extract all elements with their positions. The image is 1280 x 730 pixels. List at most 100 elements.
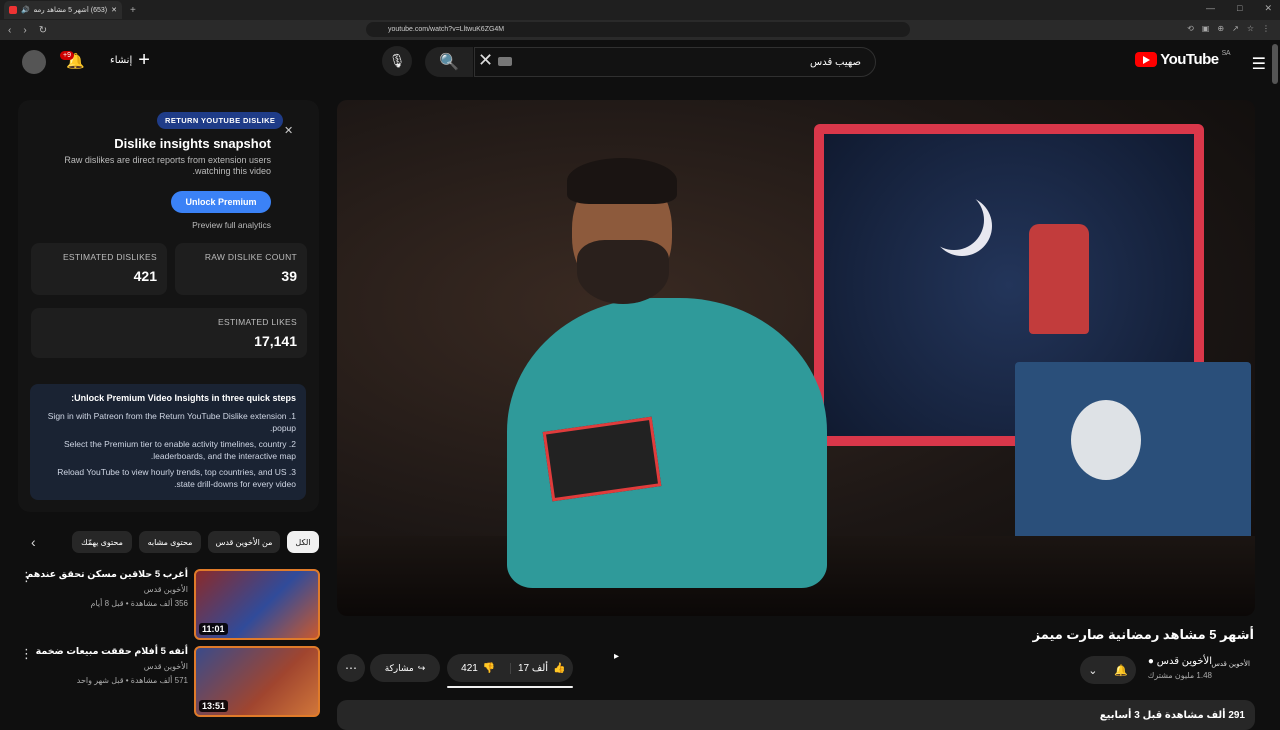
question-mark-icon — [1071, 400, 1141, 480]
raw-dislike-value: 39 — [281, 268, 297, 284]
estimated-likes-card: ESTIMATED LIKES 17,141 — [31, 308, 307, 358]
preview-analytics-link[interactable]: Preview full analytics — [192, 220, 271, 230]
rec-meta: 571 ألف مشاهدة • قبل شهر واحد — [76, 676, 188, 685]
youtube-play-icon — [1135, 52, 1158, 67]
keyboard-icon[interactable] — [498, 57, 512, 66]
url-text: youtube.com/watch?v=LltwuK6ZG4M — [388, 26, 505, 33]
raw-dislike-card: RAW DISLIKE COUNT 39 — [175, 243, 307, 295]
description-views: 291 ألف مشاهدة قبل 3 أسابيع — [1099, 710, 1245, 721]
description-box[interactable]: 291 ألف مشاهدة قبل 3 أسابيع — [337, 700, 1255, 730]
browser-tab[interactable]: 🔊 (653) أشهر 5 مشاهد رمضانية ✕ — [4, 1, 122, 19]
minimize-icon[interactable]: — — [1206, 3, 1215, 14]
estimated-dislikes-label: ESTIMATED DISLIKES — [62, 252, 157, 262]
extension-icon[interactable]: ▣ — [1202, 24, 1210, 33]
premium-steps: Unlock Premium Video Insights in three q… — [30, 384, 306, 500]
chip-all[interactable]: الكل — [287, 531, 319, 553]
more-actions-button[interactable]: ⋯ — [337, 654, 365, 682]
moon-icon — [924, 190, 984, 250]
share-icon: ↪ — [417, 662, 426, 673]
like-count: 17 ألف — [517, 662, 549, 674]
address-bar[interactable]: youtube.com/watch?v=LltwuK6ZG4M — [366, 22, 910, 37]
step-item: 1. Sign in with Patreon from the Return … — [47, 411, 296, 433]
lantern-icon — [1029, 224, 1089, 334]
rec-thumbnail[interactable]: 11:01 — [194, 569, 320, 640]
share-button[interactable]: مشاركة ↪ — [370, 654, 440, 682]
subscribed-button[interactable]: ⌄ 🔔 — [1080, 656, 1136, 684]
channel-logo[interactable]: الأخوين قدس — [1211, 660, 1250, 668]
video-player[interactable] — [337, 100, 1255, 616]
rtyd-badge: RETURN YOUTUBE DISLIKE — [157, 112, 284, 129]
raw-dislike-label: RAW DISLIKE COUNT — [204, 252, 297, 262]
panel-title: Dislike insights snapshot — [114, 136, 271, 151]
like-dislike-bar: 421 👎 17 ألف 👍 — [447, 654, 573, 682]
dislike-button[interactable]: 421 👎 — [447, 663, 510, 674]
new-tab-icon[interactable]: + — [130, 5, 136, 16]
bookmark-star-icon[interactable]: ☆ — [1247, 24, 1254, 33]
presenter — [477, 152, 897, 616]
rec-title[interactable]: أتفه 5 أفلام حققت مبيعات ضخمة — [18, 646, 188, 657]
filter-chips: ‹ محتوى يهمّك محتوى مشابه من الأخوين قدس… — [20, 530, 320, 556]
thumbs-down-icon: 👎 — [482, 662, 496, 674]
step-item: 2. Select the Premium tier to enable act… — [64, 439, 296, 461]
search-icon: 🔍 — [439, 54, 459, 71]
browser-tabbar: 🔊 (653) أشهر 5 مشاهد رمضانية ✕ + — □ ✕ — [0, 0, 1280, 20]
hamburger-menu-icon[interactable]: ☰ — [1252, 54, 1266, 74]
estimated-likes-label: ESTIMATED LIKES — [218, 317, 297, 327]
like-ratio-bar — [447, 686, 573, 688]
browser-toolbar: ‹ › ↻ youtube.com/watch?v=LltwuK6ZG4M ⟲ … — [0, 20, 1280, 40]
mouse-cursor-icon: ▸ — [614, 651, 620, 662]
youtube-favicon-icon — [9, 6, 17, 14]
rec-duration: 13:51 — [199, 700, 229, 712]
create-button[interactable]: إنشاء + — [110, 49, 150, 71]
close-window-icon[interactable]: ✕ — [1264, 3, 1272, 14]
youtube-logo[interactable]: YouTube SA — [1135, 50, 1231, 68]
ellipsis-icon: ⋯ — [345, 661, 357, 675]
rec-channel[interactable]: الأخوين قدس — [144, 662, 188, 671]
menu-icon[interactable]: ⋮ — [1262, 24, 1270, 33]
channel-name-text: الأخوين قدس — [1156, 656, 1212, 667]
thumbs-up-icon: 👍 — [553, 662, 566, 674]
reload-icon[interactable]: ↻ — [39, 25, 47, 36]
chip-for-you[interactable]: محتوى يهمّك — [72, 531, 132, 553]
rec-thumbnail[interactable]: 13:51 — [194, 646, 320, 717]
scrollbar[interactable] — [1272, 44, 1278, 84]
channel-name[interactable]: الأخوين قدس ● — [1148, 656, 1212, 667]
back-icon[interactable]: ‹ — [8, 25, 11, 36]
window-controls: — □ ✕ — [1206, 3, 1272, 14]
share-page-icon[interactable]: ↗ — [1232, 24, 1239, 33]
rec-duration: 11:01 — [199, 623, 228, 635]
search-button[interactable]: 🔍 — [425, 47, 473, 77]
list-item[interactable]: ⋮ أغرب 5 حلاقين مسكن تحقق عندهم الأخوين … — [18, 569, 320, 641]
rec-title[interactable]: أغرب 5 حلاقين مسكن تحقق عندهم — [18, 569, 188, 580]
steps-title: Unlock Premium Video Insights in three q… — [71, 393, 296, 403]
rec-channel[interactable]: الأخوين قدس — [144, 585, 188, 594]
beard — [577, 240, 669, 304]
chevron-down-icon: ⌄ — [1088, 664, 1098, 677]
chip-related[interactable]: محتوى مشابه — [139, 531, 201, 553]
step-item: 3. Reload YouTube to view hourly trends,… — [57, 467, 296, 489]
audio-icon[interactable]: 🔊 — [21, 6, 30, 14]
voice-search-button[interactable]: 🎙 — [382, 46, 412, 76]
close-tab-icon[interactable]: ✕ — [111, 6, 117, 14]
maximize-icon[interactable]: □ — [1237, 3, 1242, 14]
youtube-header: ☰ YouTube SA صهيب قدس ✕ 🔍 🎙 إنشاء + 🔔 +9 — [0, 40, 1280, 84]
chevron-left-icon[interactable]: ‹ — [31, 534, 36, 550]
search-input[interactable]: صهيب قدس — [474, 47, 876, 77]
clear-search-icon[interactable]: ✕ — [478, 50, 493, 71]
chip-from-channel[interactable]: من الأخوين قدس — [208, 531, 280, 553]
like-button[interactable]: 17 ألف 👍 — [509, 662, 574, 674]
dislike-insights-panel: RETURN YOUTUBE DISLIKE ✕ Dislike insight… — [18, 100, 319, 512]
notifications-badge: +9 — [60, 51, 74, 60]
subscriber-count: 1.48 مليون مشترك — [1147, 671, 1212, 680]
translate-icon[interactable]: ⟲ — [1187, 24, 1194, 33]
close-panel-icon[interactable]: ✕ — [284, 124, 293, 137]
plus-icon: + — [138, 49, 150, 71]
avatar[interactable] — [22, 50, 46, 74]
estimated-dislikes-value: 421 — [133, 268, 157, 284]
forward-icon[interactable]: › — [23, 25, 26, 36]
estimated-dislikes-card: ESTIMATED DISLIKES 421 — [31, 243, 167, 295]
list-item[interactable]: ⋮ أتفه 5 أفلام حققت مبيعات ضخمة الأخوين … — [18, 646, 320, 718]
rec-meta: 356 ألف مشاهدة • قبل 8 أيام — [90, 599, 189, 608]
zoom-icon[interactable]: ⊕ — [1217, 24, 1224, 33]
unlock-premium-button[interactable]: Unlock Premium — [171, 191, 271, 213]
